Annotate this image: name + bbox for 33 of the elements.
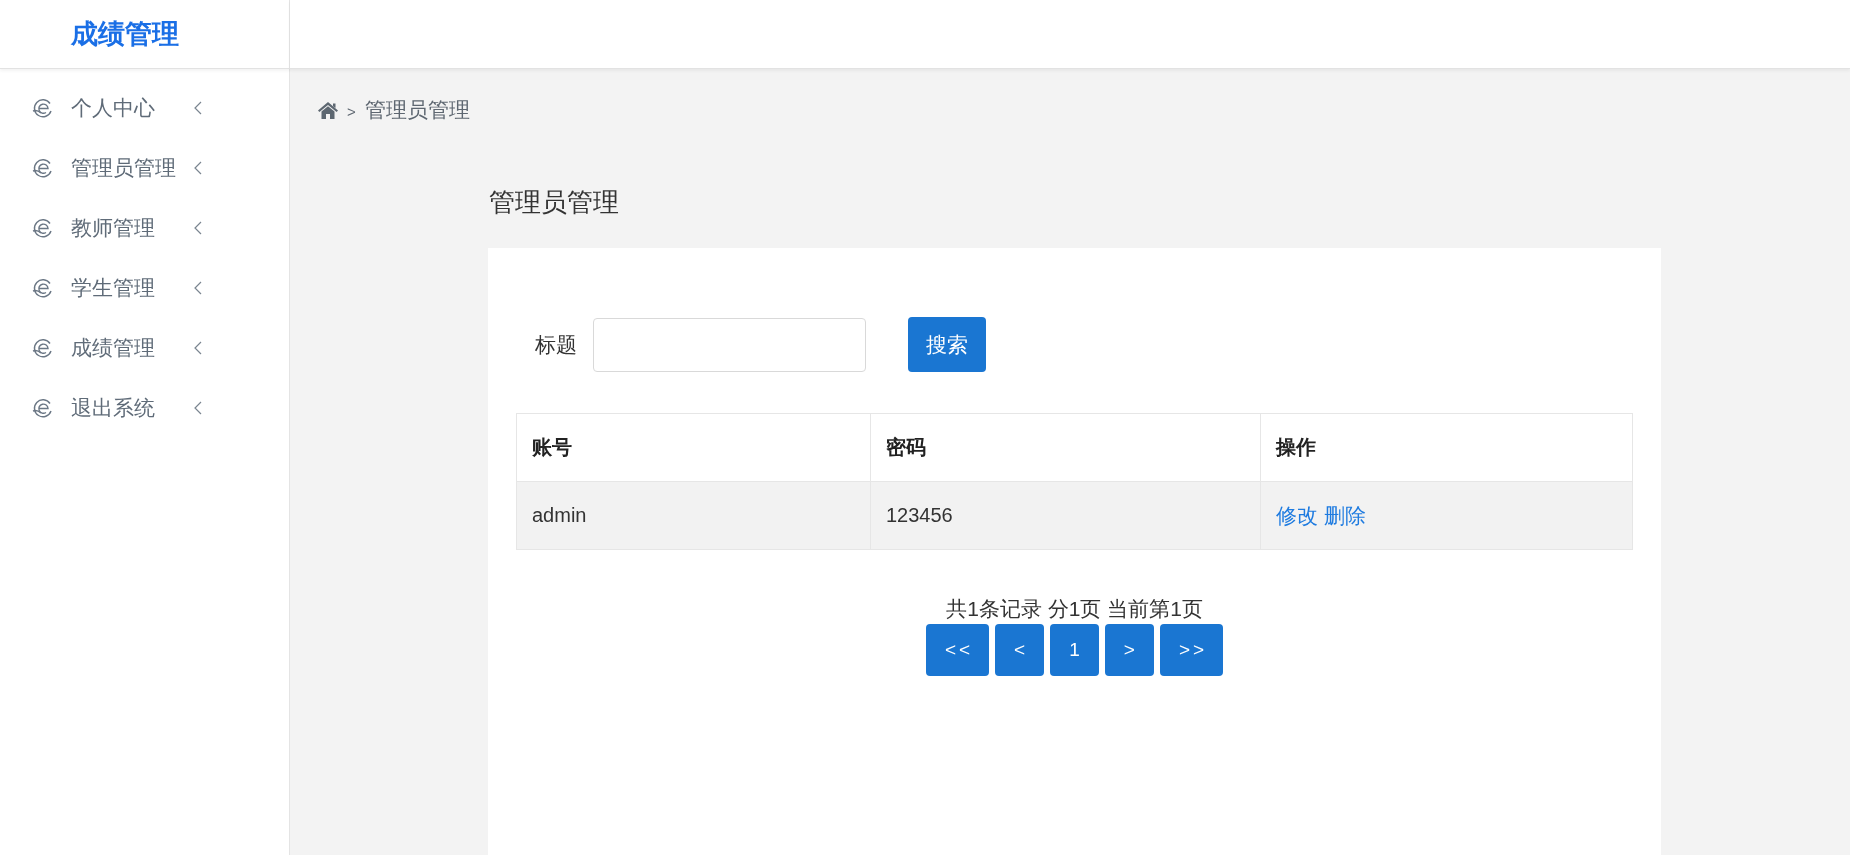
table-cell: 123456 [870,481,1261,550]
sidebar-item[interactable]: 管理员管理 [32,138,208,198]
sidebar-item[interactable]: 教师管理 [32,198,208,258]
pagination-button[interactable]: 1 [1050,624,1099,676]
page-title: 管理员管理 [489,186,620,218]
action-link[interactable]: 修改 [1276,503,1318,527]
sidebar-item[interactable]: 个人中心 [32,78,208,138]
search-button[interactable]: 搜索 [908,317,986,372]
pagination-button[interactable]: < [995,624,1045,676]
pagination-button[interactable]: > [1104,624,1154,676]
search-field[interactable] [593,317,866,372]
sidebar-item[interactable]: 学生管理 [32,258,208,318]
column-header: 密码 [870,413,1261,482]
sidebar-item[interactable]: 退出系统 [32,378,208,438]
app-title: 成绩管理 [70,18,179,51]
swirl-icon [32,217,54,239]
action-link[interactable]: 删除 [1324,503,1366,527]
search-label: 标题 [535,331,577,358]
pagination-button[interactable]: >> [1159,624,1224,676]
swirl-icon [32,397,54,419]
swirl-icon [32,277,54,299]
swirl-icon [32,97,54,119]
pagination-button[interactable]: << [925,624,990,676]
breadcrumb-current: 管理员管理 [364,97,470,123]
pagination-summary: 共1条记录 分1页 当前第1页 [946,597,1203,621]
table-cell: admin [516,481,871,550]
swirl-icon [32,157,54,179]
column-header: 账号 [516,413,871,482]
sidebar-item[interactable]: 成绩管理 [32,318,208,378]
column-header: 操作 [1260,413,1633,482]
breadcrumb-separator: > [347,103,356,120]
swirl-icon [32,337,54,359]
home-icon[interactable] [318,101,338,119]
